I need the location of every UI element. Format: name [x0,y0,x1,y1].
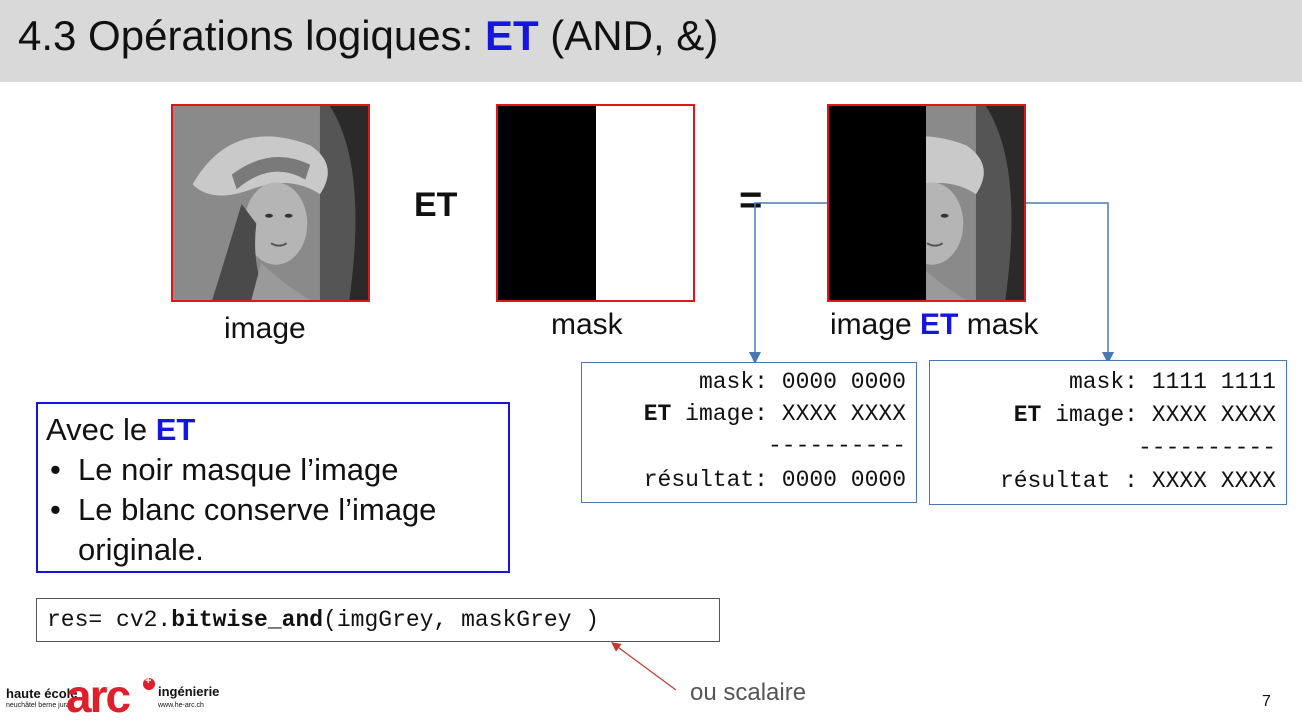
truth-et-keyword: ET [643,401,672,427]
truth-image-line: ET image: XXXX XXXX [644,401,906,427]
logo-left-subtext: neuchâtel berne jura [6,702,70,709]
code-line: res= cv2.bitwise_and(imgGrey, maskGrey ) [47,607,599,633]
bullet-marker: • [50,452,61,487]
annotation-scalar: ou scalaire [690,679,807,706]
logo-brand: arc [66,670,131,722]
truth-box-black: mask: 0000 0000 ET image: XXXX XXXX ----… [581,362,917,503]
code-suffix: (imgGrey, maskGrey ) [323,607,600,633]
info-heading-accent: ET [155,412,196,447]
connector-white-half [1026,202,1114,364]
truth-result-line: résultat: 0000 0000 [643,467,906,493]
info-heading-prefix: Avec le [46,412,156,447]
truth-separator: ---------- [767,433,906,459]
code-prefix: res= cv2. [47,607,172,633]
logo-plus-icon [143,675,155,690]
page-number: 7 [1262,693,1271,710]
annotation-arrow [611,642,677,691]
logo-url: www.he-arc.ch [158,702,204,709]
code-snippet: res= cv2.bitwise_and(imgGrey, maskGrey ) [36,598,720,642]
connector-black-half [749,202,827,364]
truth-mask-line: mask: 1111 1111 [1068,369,1276,395]
bullet-marker: • [50,492,61,527]
bullet-white: Le blanc conserve l’image [78,492,437,527]
he-arc-logo: haute école neuchâtel berne jura arc ing… [6,672,226,723]
code-function: bitwise_and [171,607,324,633]
info-box: Avec le ET • Le noir masque l’image • Le… [36,402,510,573]
truth-image-text: image: XXXX XXXX [1041,402,1276,428]
bullet-white-continued: originale. [78,532,204,567]
truth-separator: ---------- [1137,435,1276,461]
truth-result-line: résultat : XXXX XXXX [999,468,1276,494]
truth-image-text: image: XXXX XXXX [671,401,906,427]
truth-mask-line: mask: 0000 0000 [698,369,906,395]
logo-right-text: ingénierie [158,684,220,699]
truth-image-line: ET image: XXXX XXXX [1014,402,1276,428]
truth-box-white: mask: 1111 1111 ET image: XXXX XXXX ----… [929,360,1287,505]
truth-et-keyword: ET [1013,402,1042,428]
bullet-black: Le noir masque l’image [78,452,399,487]
info-heading: Avec le ET [46,412,195,448]
